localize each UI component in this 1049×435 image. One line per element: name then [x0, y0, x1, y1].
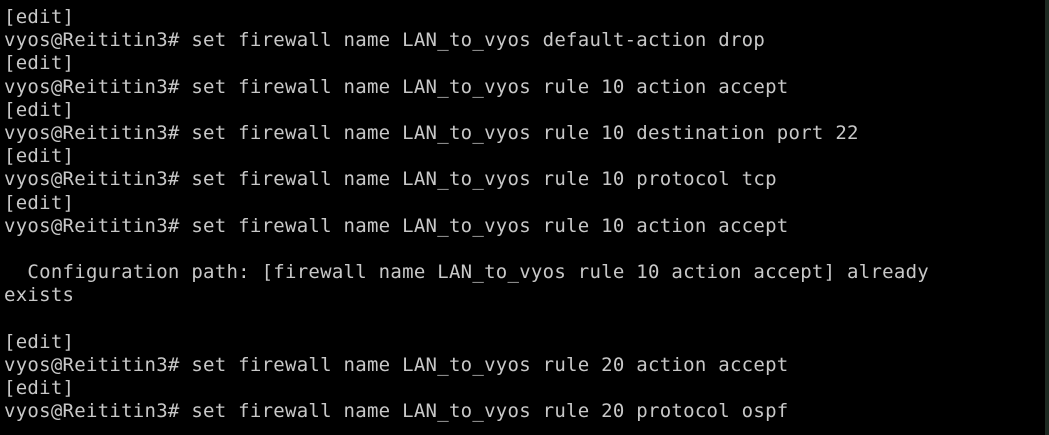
command-line: vyos@Reititin3# set firewall name LAN_to… — [4, 168, 777, 191]
terminal-window[interactable]: [edit] vyos@Reititin3# set firewall name… — [0, 0, 1049, 435]
command-line: vyos@Reititin3# set firewall name LAN_to… — [4, 353, 789, 376]
edit-marker: [edit] — [4, 52, 75, 75]
error-message: Configuration path: [firewall name LAN_t… — [4, 261, 930, 284]
command-line: vyos@Reititin3# set firewall name LAN_to… — [4, 29, 766, 52]
command-line: vyos@Reititin3# set firewall name LAN_to… — [4, 75, 789, 98]
edit-marker: [edit] — [4, 191, 75, 214]
edit-marker: [edit] — [4, 377, 75, 399]
edit-marker: [edit] — [4, 145, 75, 168]
command-line: vyos@Reititin3# set firewall name LAN_to… — [4, 214, 789, 237]
command-line: vyos@Reititin3# set firewall name LAN_to… — [4, 121, 859, 144]
error-message-continuation: exists — [4, 284, 75, 307]
edit-marker: [edit] — [4, 330, 75, 353]
edit-marker: [edit] — [4, 98, 75, 121]
edit-marker: [edit] — [4, 6, 75, 28]
command-line: vyos@Reititin3# set firewall name LAN_to… — [4, 400, 789, 423]
